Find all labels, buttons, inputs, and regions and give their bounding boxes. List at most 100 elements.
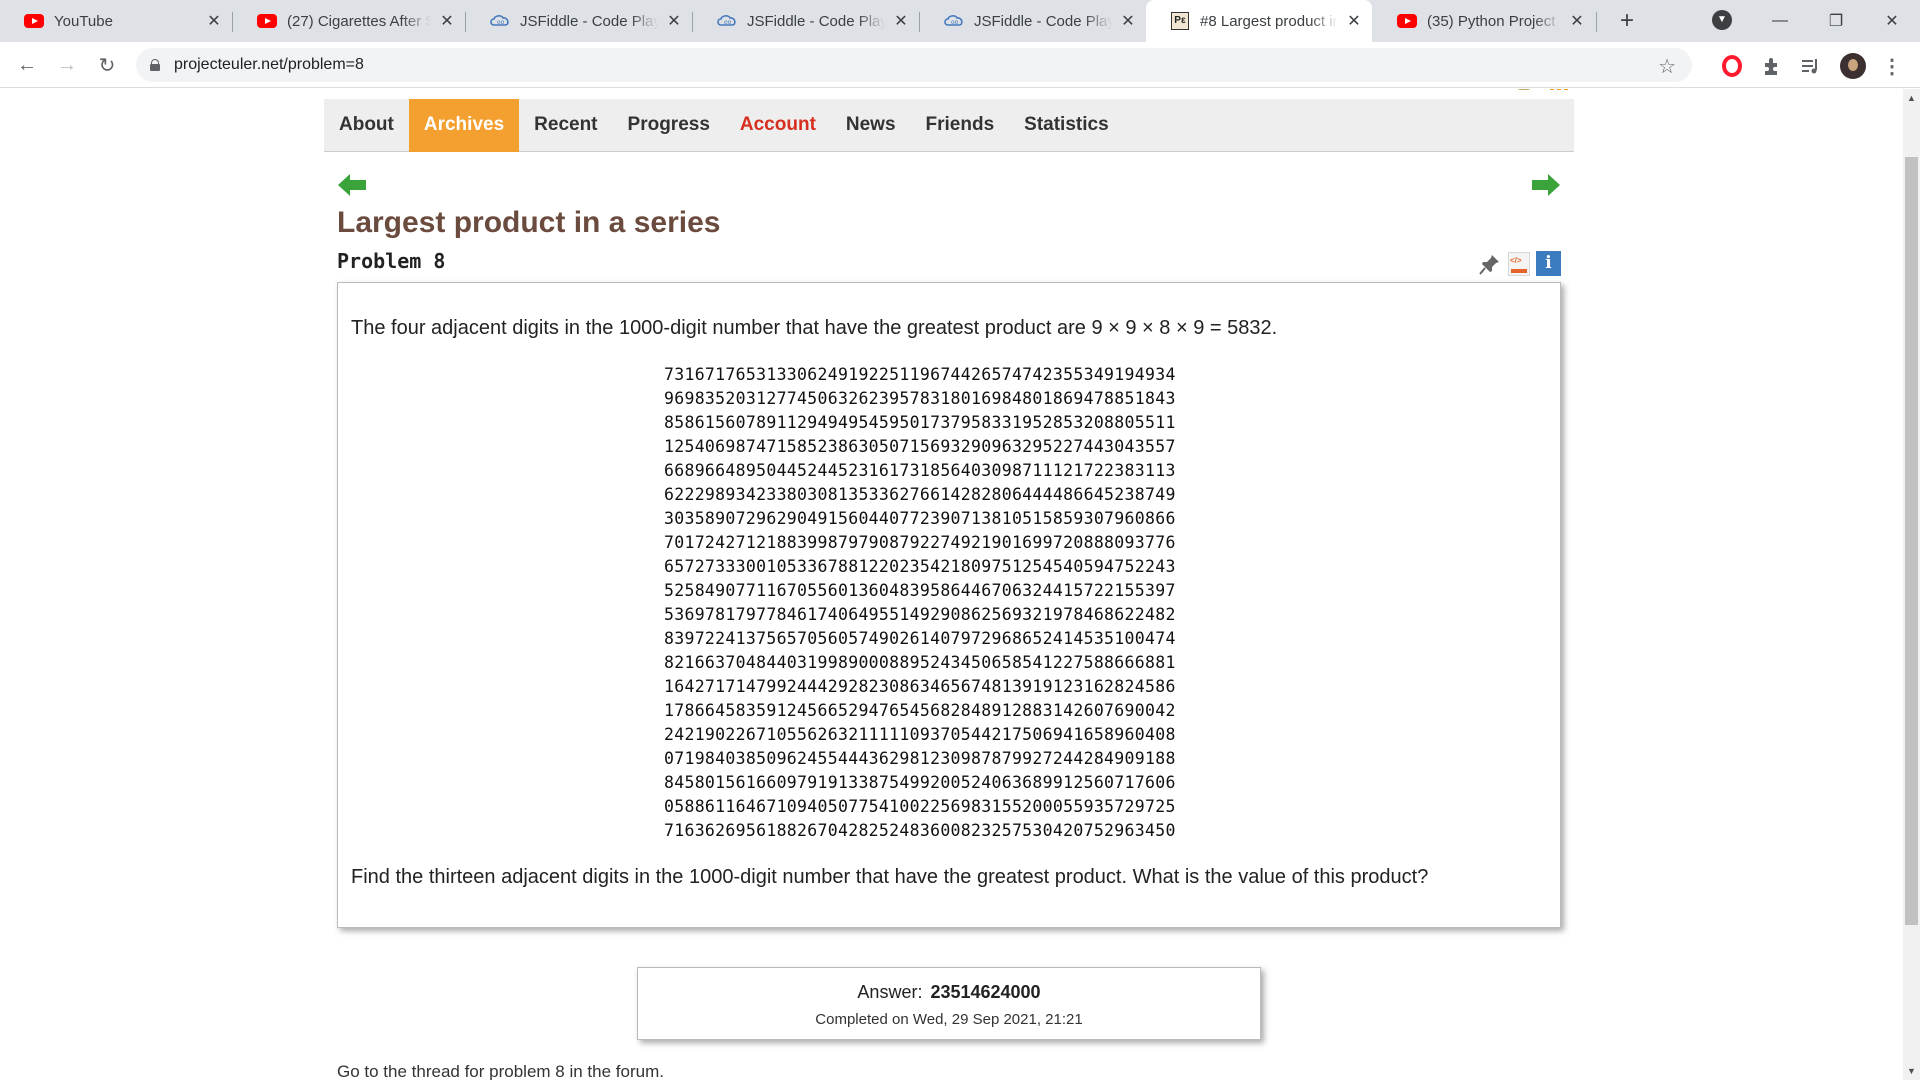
forward-button[interactable]: → (52, 50, 82, 80)
page-viewport: About Archives Recent Progress Account N… (0, 89, 1903, 1080)
close-tab-icon[interactable]: ✕ (437, 11, 457, 31)
tab-project-euler-active[interactable]: Pε #8 Largest product in ✕ (1146, 0, 1372, 42)
problem-content: The four adjacent digits in the 1000-dig… (337, 282, 1561, 928)
digit-row: 2421902267105562632111110937054421750694… (664, 725, 1176, 744)
digit-row: 5258490771167055601360483958644670632441… (664, 581, 1176, 600)
profile-avatar[interactable] (1839, 52, 1867, 80)
nav-account[interactable]: Account (725, 99, 831, 152)
next-problem-arrow-icon[interactable] (1530, 171, 1562, 199)
tab-cigarettes[interactable]: (27) Cigarettes After S ✕ (233, 0, 465, 42)
tab-python-project-euler[interactable]: (35) Python Project Eu ✕ (1373, 0, 1595, 42)
tab-youtube[interactable]: YouTube ✕ (0, 0, 232, 42)
previous-problem-arrow-icon[interactable] (336, 171, 368, 199)
digit-row: 7163626956188267042825248360082325753042… (664, 821, 1176, 840)
nav-archives[interactable]: Archives (408, 98, 520, 152)
minimize-button[interactable]: — (1752, 0, 1808, 42)
close-tab-icon[interactable]: ✕ (664, 11, 684, 31)
nav-recent[interactable]: Recent (519, 99, 612, 152)
reload-button[interactable]: ↻ (92, 50, 122, 80)
tab-jsfiddle-2[interactable]: oo JSFiddle - Code Playgr ✕ (693, 0, 919, 42)
site-nav: About Archives Recent Progress Account N… (324, 98, 1574, 152)
answer-value: 23514624000 (930, 982, 1041, 1002)
jsfiddle-icon: oo (944, 14, 964, 28)
close-tab-icon[interactable]: ✕ (891, 11, 911, 31)
address-bar[interactable]: projecteuler.net/problem=8 ☆ (136, 48, 1692, 82)
new-tab-button[interactable]: + (1612, 6, 1642, 36)
nav-statistics[interactable]: Statistics (1009, 99, 1123, 152)
digit-row: 7017242712188399879790879227492190169972… (664, 533, 1176, 552)
project-euler-icon: Pε (1170, 12, 1190, 30)
digit-row: 7316717653133062491922511967442657474235… (664, 365, 1176, 384)
close-tab-icon[interactable]: ✕ (1118, 11, 1138, 31)
close-window-button[interactable]: ✕ (1864, 0, 1920, 42)
digit-row: 8216637048440319989000889524345065854122… (664, 653, 1176, 672)
pin-icon[interactable] (1478, 252, 1502, 276)
digit-row: 1642717147992444292823086346567481391912… (664, 677, 1176, 696)
digit-row: 8458015616609791913387549920052406368991… (664, 773, 1176, 792)
menu-kebab-icon[interactable]: ⋮ (1878, 52, 1906, 80)
tab-title: YouTube (54, 12, 113, 30)
tab-strip: YouTube ✕ (27) Cigarettes After S ✕ oo J… (0, 0, 1920, 42)
opera-extension-icon[interactable] (1718, 52, 1746, 80)
problem-title: Largest product in a series (337, 206, 721, 239)
youtube-icon (24, 14, 44, 28)
close-tab-icon[interactable]: ✕ (1567, 11, 1587, 31)
answer-panel: Answer: 23514624000 Completed on Wed, 29 … (637, 967, 1261, 1040)
scroll-up-arrow-icon[interactable]: ▲ (1907, 93, 1916, 103)
nav-about[interactable]: About (324, 99, 409, 152)
tab-title: JSFiddle - Code Playgr (520, 12, 658, 30)
tab-jsfiddle-3[interactable]: oo JSFiddle - Code Playgr ✕ (920, 0, 1146, 42)
lock-icon[interactable] (150, 59, 160, 71)
digit-row: 5369781797784617406495514929086256932197… (664, 605, 1176, 624)
url-text[interactable]: projecteuler.net/problem=8 (174, 56, 364, 74)
digit-row: 9698352031277450632623957831801698480186… (664, 389, 1176, 408)
bookmark-star-icon[interactable]: ☆ (1658, 54, 1676, 79)
tab-title: #8 Largest product in (1200, 12, 1338, 30)
problem-question: Find the thirteen adjacent digits in the… (351, 866, 1429, 888)
svg-text:oo: oo (951, 19, 959, 26)
header-logo-fragment (1472, 89, 1572, 95)
nav-news[interactable]: News (831, 99, 911, 152)
digit-row: 6572733300105336788122023542180975125454… (664, 557, 1176, 576)
jsfiddle-icon: oo (717, 14, 737, 28)
tab-separator (1596, 12, 1597, 32)
digit-row: 0719840385096245544436298123098787992724… (664, 749, 1176, 768)
digit-row: 3035890729629049156044077239071381051585… (664, 509, 1176, 528)
info-icon[interactable]: i (1536, 251, 1561, 276)
problem-intro: The four adjacent digits in the 1000-dig… (351, 317, 1278, 339)
scroll-down-arrow-icon[interactable]: ▼ (1907, 1066, 1916, 1076)
page-scrollbar[interactable]: ▲ ▼ (1903, 89, 1920, 1080)
tab-title: (35) Python Project Eu (1427, 12, 1561, 30)
youtube-icon (257, 14, 277, 28)
tab-title: JSFiddle - Code Playgr (974, 12, 1112, 30)
jsfiddle-icon: oo (490, 14, 510, 28)
digit-row: 8586156078911294949545950173795833195285… (664, 413, 1176, 432)
forum-thread-link[interactable]: Go to the thread for problem 8 in the fo… (337, 1062, 664, 1080)
close-tab-icon[interactable]: ✕ (1344, 11, 1364, 31)
extensions-puzzle-icon[interactable] (1758, 52, 1786, 80)
digit-row: 1254069874715852386305071569329096329522… (664, 437, 1176, 456)
back-button[interactable]: ← (12, 50, 42, 80)
media-control-icon[interactable] (1797, 52, 1825, 80)
html-source-icon[interactable] (1508, 251, 1530, 276)
nav-progress[interactable]: Progress (613, 99, 725, 152)
answer-label: Answer: (857, 982, 923, 1002)
tab-title: (27) Cigarettes After S (287, 12, 431, 30)
close-tab-icon[interactable]: ✕ (204, 11, 224, 31)
digit-row: 8397224137565705605749026140797296865241… (664, 629, 1176, 648)
digit-row: 6222989342338030813533627661428280644448… (664, 485, 1176, 504)
tab-search-icon[interactable]: ▼ (1712, 10, 1732, 30)
tab-title: JSFiddle - Code Playgr (747, 12, 885, 30)
nav-friends[interactable]: Friends (911, 99, 1010, 152)
answer-line: Answer: 23514624000 (638, 982, 1260, 1003)
browser-toolbar: ← → ↻ projecteuler.net/problem=8 ☆ (0, 42, 1920, 88)
scrollbar-thumb[interactable] (1905, 157, 1918, 925)
youtube-icon (1397, 14, 1417, 28)
digit-row: 6689664895044524452316173185640309871112… (664, 461, 1176, 480)
problem-number: Problem 8 (337, 249, 446, 273)
digit-row: 0588611646710940507754100225698315520005… (664, 797, 1176, 816)
restore-button[interactable]: ❐ (1808, 0, 1864, 42)
completed-date: Completed on Wed, 29 Sep 2021, 21:21 (815, 1011, 1083, 1028)
tab-jsfiddle-1[interactable]: oo JSFiddle - Code Playgr ✕ (466, 0, 692, 42)
thousand-digit-number: 7316717653133062491922511967442657474235… (664, 363, 1176, 843)
